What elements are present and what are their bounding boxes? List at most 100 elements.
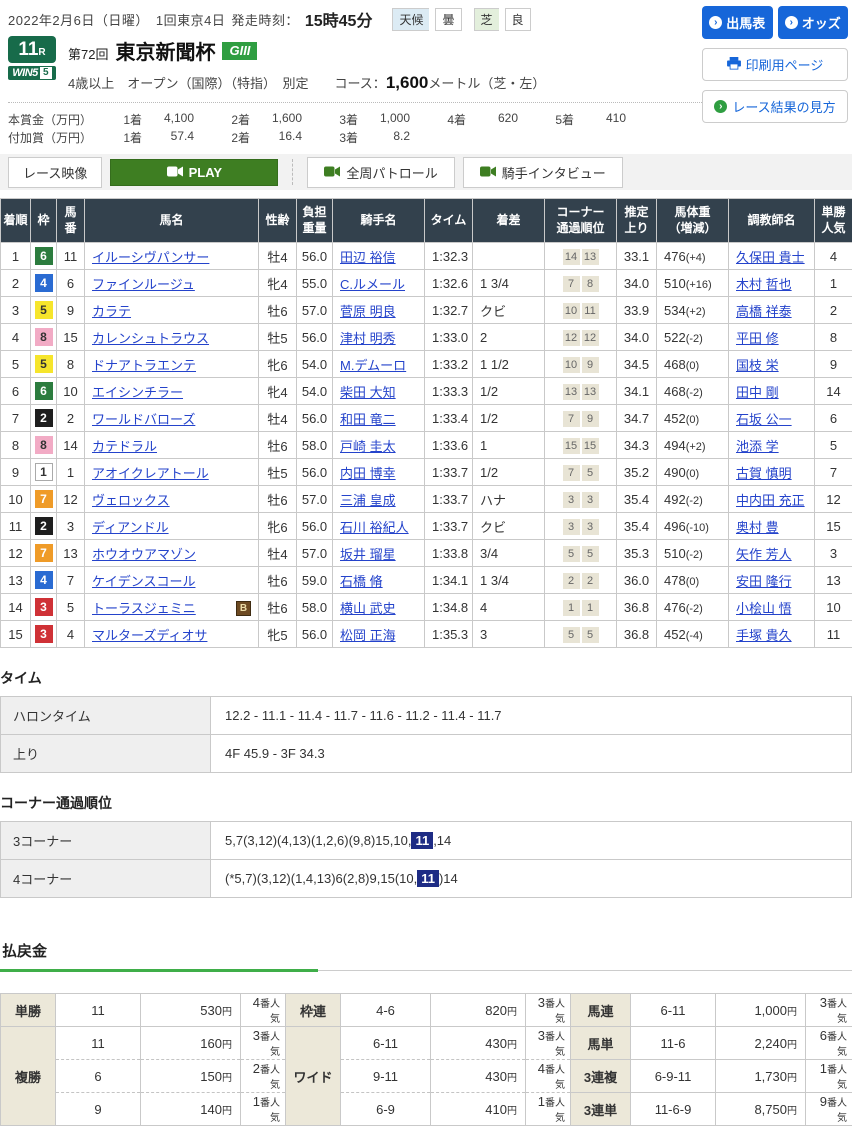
- trainer-link[interactable]: 奥村 豊: [736, 520, 779, 535]
- trainer-link[interactable]: 古賀 慎明: [736, 466, 792, 481]
- horse-name-link[interactable]: ワールドバローズ: [92, 412, 195, 427]
- trainer-link[interactable]: 木村 哲也: [736, 277, 792, 292]
- time-cell: 1:32.6: [425, 270, 473, 297]
- result-row: 8814カテドラル牡658.0戸崎 圭太1:33.61151534.3494(+…: [1, 432, 852, 459]
- carried-weight: 56.0: [297, 621, 333, 648]
- corner-position: 8: [582, 276, 599, 292]
- horse-name-link[interactable]: イルーシヴパンサー: [92, 250, 209, 265]
- horse-name-link[interactable]: ディアンドル: [92, 520, 169, 535]
- printer-icon: [727, 57, 741, 73]
- video-camera-icon: [167, 165, 183, 180]
- carried-weight: 58.0: [297, 594, 333, 621]
- horse-name-link[interactable]: ホウオウアマゾン: [92, 547, 196, 562]
- payout-row: 9140円1番人気6-9410円1番人気3連単11-6-98,750円9番人気: [1, 1093, 852, 1126]
- horse-name-link[interactable]: カレンシュトラウス: [92, 331, 209, 346]
- trainer-link[interactable]: 中内田 充正: [736, 493, 805, 508]
- margin-cell: 1/2: [473, 459, 545, 486]
- prize-amount: 57.4: [142, 129, 194, 146]
- horse-weight-diff: (-4): [686, 630, 703, 642]
- entry-table-button[interactable]: › 出馬表: [702, 6, 773, 39]
- horse-name-link[interactable]: ケイデンスコール: [92, 574, 195, 589]
- jockey-link[interactable]: 田辺 裕信: [340, 250, 396, 265]
- win5-badge: WIN5 5: [8, 66, 56, 80]
- trainer-link[interactable]: 安田 隆行: [736, 574, 792, 589]
- jockey-link[interactable]: 石橋 脩: [340, 574, 383, 589]
- payout-amount: 160円: [141, 1027, 241, 1060]
- frame-badge: 6: [35, 247, 53, 265]
- prize-place: 1着: [100, 111, 142, 128]
- payout-row: 6150円2番人気9-11430円4番人気3連複6-9-111,730円1番人気: [1, 1060, 852, 1093]
- payout-table: 単勝11530円4番人気枠連4-6820円3番人気馬連6-111,000円3番人…: [0, 993, 852, 1126]
- horse-name-link[interactable]: マルターズディオサ: [92, 628, 207, 643]
- corner-position: 11: [582, 303, 599, 319]
- horse-weight: 476(-2): [657, 594, 729, 621]
- payout-popularity: 3番人気: [241, 1027, 286, 1060]
- result-row: 4815カレンシュトラウス牡556.0津村 明秀1:33.02121234.05…: [1, 324, 852, 351]
- corner-position: 12: [563, 330, 580, 346]
- race-distance: 1,600: [386, 73, 429, 92]
- corner-position: 13: [582, 384, 599, 400]
- jockey-link[interactable]: 横山 武史: [340, 601, 396, 616]
- trainer-link[interactable]: 平田 修: [736, 331, 779, 346]
- jockey-link[interactable]: 坂井 瑠星: [340, 547, 396, 562]
- trainer-link[interactable]: 高橋 祥泰: [736, 304, 792, 319]
- trainer-cell: 奥村 豊: [729, 513, 815, 540]
- jockey-link[interactable]: 石川 裕紀人: [340, 520, 409, 535]
- race-video-label: レース映像: [8, 157, 102, 188]
- horse-name-link[interactable]: アオイクレアトール: [92, 466, 209, 481]
- race-date: 2022年2月6日（日曜） 1回東京4日: [8, 10, 225, 29]
- trainer-cell: 田中 剛: [729, 378, 815, 405]
- horse-name-link[interactable]: トーラスジェミニ: [92, 601, 196, 616]
- last-3f: 35.4: [617, 513, 657, 540]
- sex-age: 牡6: [259, 567, 297, 594]
- how-to-read-button[interactable]: › レース結果の見方: [702, 90, 848, 123]
- jockey-link[interactable]: 三浦 皇成: [340, 493, 396, 508]
- how-to-read-label: レース結果の見方: [732, 97, 835, 116]
- horse-number: 4: [57, 621, 85, 648]
- jockey-link[interactable]: 戸崎 圭太: [340, 439, 396, 454]
- horse-name-link[interactable]: ヴェロックス: [92, 493, 170, 508]
- trainer-link[interactable]: 石坂 公一: [736, 412, 792, 427]
- corner-position: 7: [563, 411, 580, 427]
- jockey-link[interactable]: 柴田 大知: [340, 385, 396, 400]
- finish-position: 13: [1, 567, 31, 594]
- jockey-link[interactable]: M.デムーロ: [340, 358, 406, 373]
- prize-place: 3着: [316, 129, 358, 146]
- horse-name-link[interactable]: エイシンチラー: [92, 385, 183, 400]
- patrol-video-button[interactable]: 全周パトロール: [307, 157, 454, 188]
- time-row: ハロンタイム12.2 - 11.1 - 11.4 - 11.7 - 11.6 -…: [1, 697, 852, 735]
- print-page-button[interactable]: 印刷用ページ: [702, 48, 848, 81]
- trainer-link[interactable]: 久保田 貴士: [736, 250, 805, 265]
- horse-name-link[interactable]: カテドラル: [92, 439, 157, 454]
- trainer-link[interactable]: 田中 剛: [736, 385, 779, 400]
- corner-order-cell: 1011: [545, 297, 617, 324]
- jockey-link[interactable]: 菅原 明良: [340, 304, 396, 319]
- trainer-link[interactable]: 手塚 貴久: [736, 628, 792, 643]
- horse-name-cell: ワールドバローズ: [85, 405, 259, 432]
- finish-position: 10: [1, 486, 31, 513]
- trainer-link[interactable]: 小桧山 悟: [736, 601, 792, 616]
- prize-amount: 4,100: [142, 111, 194, 128]
- jockey-link[interactable]: 和田 竜二: [340, 412, 396, 427]
- jockey-link[interactable]: 松岡 正海: [340, 628, 396, 643]
- carried-weight: 56.0: [297, 405, 333, 432]
- odds-button[interactable]: › オッズ: [778, 6, 849, 39]
- play-button[interactable]: PLAY: [110, 159, 278, 186]
- sex-age: 牡5: [259, 459, 297, 486]
- payout-popularity: 4番人気: [241, 994, 286, 1027]
- jockey-link[interactable]: 津村 明秀: [340, 331, 396, 346]
- payout-amount: 1,000円: [716, 994, 806, 1027]
- frame-cell: 3: [31, 621, 57, 648]
- jockey-interview-button[interactable]: 騎手インタビュー: [463, 157, 623, 188]
- horse-name-link[interactable]: カラテ: [92, 304, 131, 319]
- trainer-link[interactable]: 池添 学: [736, 439, 779, 454]
- horse-name-link[interactable]: ファインルージュ: [92, 277, 195, 292]
- horse-name-cell: イルーシヴパンサー: [85, 243, 259, 270]
- jockey-link[interactable]: 内田 博幸: [340, 466, 396, 481]
- horse-name-cell: カレンシュトラウス: [85, 324, 259, 351]
- jockey-link[interactable]: C.ルメール: [340, 277, 405, 292]
- horse-name-link[interactable]: ドナアトラエンテ: [92, 358, 196, 373]
- trainer-link[interactable]: 矢作 芳人: [736, 547, 792, 562]
- trainer-link[interactable]: 国枝 栄: [736, 358, 779, 373]
- horse-number: 7: [57, 567, 85, 594]
